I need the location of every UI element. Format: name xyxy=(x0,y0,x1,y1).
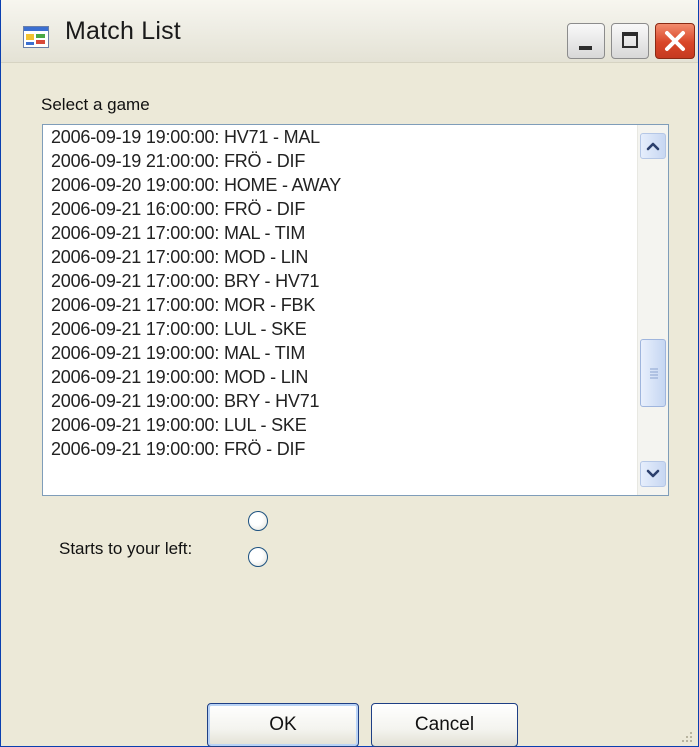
list-item[interactable]: 2006-09-21 17:00:00: BRY - HV71 xyxy=(43,269,639,293)
list-item[interactable]: 2006-09-19 19:00:00: HV71 - MAL xyxy=(43,125,639,149)
scroll-thumb[interactable] xyxy=(640,339,666,407)
list-item[interactable]: 2006-09-21 19:00:00: FRÖ - DIF xyxy=(43,437,639,461)
starts-left-radio-1[interactable] xyxy=(248,511,268,531)
select-game-label: Select a game xyxy=(41,95,150,114)
list-item[interactable]: 2006-09-21 17:00:00: MOR - FBK xyxy=(43,293,639,317)
minimize-button[interactable] xyxy=(567,23,605,59)
list-item[interactable]: 2006-09-21 17:00:00: MAL - TIM xyxy=(43,221,639,245)
list-item[interactable]: 2006-09-21 19:00:00: MOD - LIN xyxy=(43,365,639,389)
close-button[interactable] xyxy=(655,23,695,59)
list-item[interactable]: 2006-09-20 19:00:00: HOME - AWAY xyxy=(43,173,639,197)
maximize-icon xyxy=(622,32,638,48)
window-title: Match List xyxy=(65,17,181,45)
list-item[interactable]: 2006-09-21 19:00:00: LUL - SKE xyxy=(43,413,639,437)
maximize-button[interactable] xyxy=(611,23,649,59)
scroll-up-button[interactable] xyxy=(640,133,666,159)
games-listbox[interactable]: 2006-09-19 19:00:00: HV71 - MAL 2006-09-1… xyxy=(42,124,669,496)
ok-button[interactable]: OK xyxy=(207,703,359,747)
list-item[interactable]: 2006-09-21 17:00:00: MOD - LIN xyxy=(43,245,639,269)
list-item[interactable]: 2006-09-21 16:00:00: FRÖ - DIF xyxy=(43,197,639,221)
list-item[interactable]: 2006-09-21 17:00:00: LUL - SKE xyxy=(43,317,639,341)
games-list: 2006-09-19 19:00:00: HV71 - MAL 2006-09-1… xyxy=(43,125,639,461)
match-list-window: Match List Select a game 2006-09-19 19:0… xyxy=(0,0,699,747)
chevron-down-icon xyxy=(646,469,660,478)
app-window-icon xyxy=(23,26,49,48)
minimize-icon xyxy=(579,46,592,50)
close-icon xyxy=(665,31,685,51)
resize-grip-icon[interactable] xyxy=(680,730,694,744)
cancel-button[interactable]: Cancel xyxy=(371,703,518,747)
title-bar[interactable]: Match List xyxy=(1,0,698,63)
list-scrollbar[interactable] xyxy=(637,125,668,495)
list-item[interactable]: 2006-09-19 21:00:00: FRÖ - DIF xyxy=(43,149,639,173)
grip-lines-icon xyxy=(650,368,658,379)
starts-left-radio-2[interactable] xyxy=(248,547,268,567)
starts-to-your-left-label: Starts to your left: xyxy=(59,539,193,558)
list-item[interactable]: 2006-09-21 19:00:00: BRY - HV71 xyxy=(43,389,639,413)
chevron-up-icon xyxy=(646,142,660,151)
scroll-down-button[interactable] xyxy=(640,461,666,487)
list-item[interactable]: 2006-09-21 19:00:00: MAL - TIM xyxy=(43,341,639,365)
